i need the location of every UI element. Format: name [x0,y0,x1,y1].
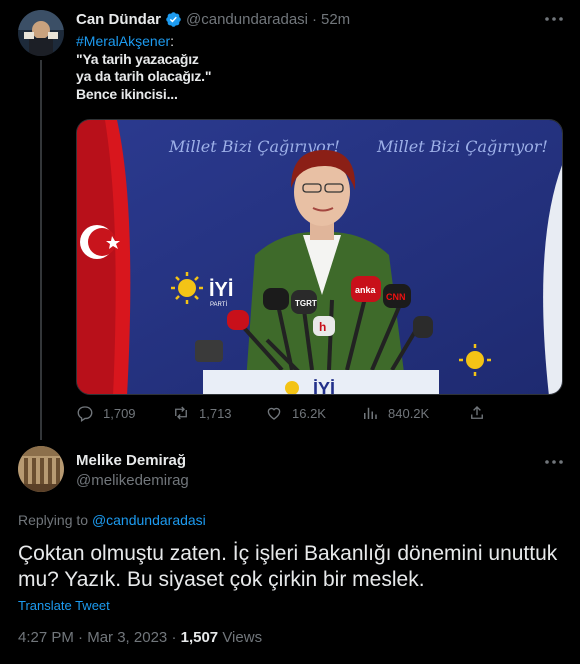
reply-author-name[interactable]: Melike Demirağ [76,452,186,469]
reply-meta: 4:27 PM · Mar 3, 2023 · 1,507 Views [18,629,262,646]
replying-to-handle-link[interactable]: @candundaradasi [92,512,206,528]
reply-views-label: Views [222,629,263,646]
hashtag-link[interactable]: #MeralAkşener [76,33,170,49]
media-image: Millet Bizi Çağırıyor! Millet Bizi Çağır… [77,120,562,395]
like-button[interactable]: 16.2K [265,404,326,422]
mic-label-anka: anka [355,285,377,295]
tweet-text-line-1: "Ya tarih yazacağız [76,50,199,67]
tweet-text: #MeralAkşener: "Ya tarih yazacağız ya da… [76,33,211,103]
retweet-button[interactable]: 1,713 [172,404,232,422]
views-chart-icon [364,407,377,419]
mic-label-cnn: CNN [386,292,406,302]
retweet-icon [175,406,187,420]
svg-text:İYİ: İYİ [313,379,335,395]
translate-tweet-link[interactable]: Translate Tweet [18,598,110,613]
replying-to-label: Replying to [18,512,89,528]
reply-avatar[interactable] [18,446,64,492]
reply-avatar-image [18,446,64,492]
tweet-text-line-2: ya da tarih olacağız." [76,68,212,84]
reply-date[interactable]: Mar 3, 2023 [87,629,167,646]
reply-author-handle[interactable]: @melikedemirag [76,472,189,489]
reply-views-count[interactable]: 1,507 [181,629,219,646]
author-handle[interactable]: @candundaradasi [186,11,308,28]
author-name[interactable]: Can Dündar [76,11,161,28]
retweet-count: 1,713 [199,405,232,421]
avatar[interactable] [18,10,64,56]
reply-icon [77,406,93,422]
reply-count: 1,709 [103,405,136,421]
banner-text-right: Millet Bizi Çağırıyor! [376,137,548,156]
svg-text:PARTİ: PARTİ [210,301,227,308]
meta-dot-2: · [171,629,177,646]
thread-line [40,60,42,440]
original-tweet[interactable]: Can Dündar @candundaradasi · 52m #MeralA… [0,0,580,440]
like-count: 16.2K [292,405,326,421]
more-options-icon[interactable] [543,12,565,26]
views-button[interactable]: 840.2K [361,404,429,422]
replying-to: Replying to @candundaradasi [18,512,206,528]
tweet-media[interactable]: Millet Bizi Çağırıyor! Millet Bizi Çağır… [76,119,563,395]
mic-label-h: h [319,320,326,334]
share-button[interactable] [468,404,486,422]
meta-dot-1: · [78,629,84,646]
reply-text: Çoktan olmuştu zaten. İç işleri Bakanlığ… [18,542,558,591]
svg-text:İYİ: İYİ [209,278,233,301]
tweet-text-line-3: Bence ikincisi... [76,85,178,102]
hashtag-colon: : [170,33,175,49]
reply-time[interactable]: 4:27 PM [18,629,74,646]
tweet-actions: 1,709 1,713 16.2K 840.2K [76,404,496,428]
reply-more-options-icon[interactable] [543,455,565,469]
avatar-image [18,10,64,56]
tweet-header: Can Dündar @candundaradasi · 52m [76,11,350,28]
timestamp[interactable]: 52m [321,11,350,28]
separator-dot: · [312,11,317,28]
mic-label-tgrt: TGRT [295,299,317,308]
heart-icon [267,407,281,420]
reply-button[interactable]: 1,709 [76,404,136,422]
views-count: 840.2K [388,405,430,421]
verified-badge-icon [166,12,181,27]
share-icon [471,406,483,419]
